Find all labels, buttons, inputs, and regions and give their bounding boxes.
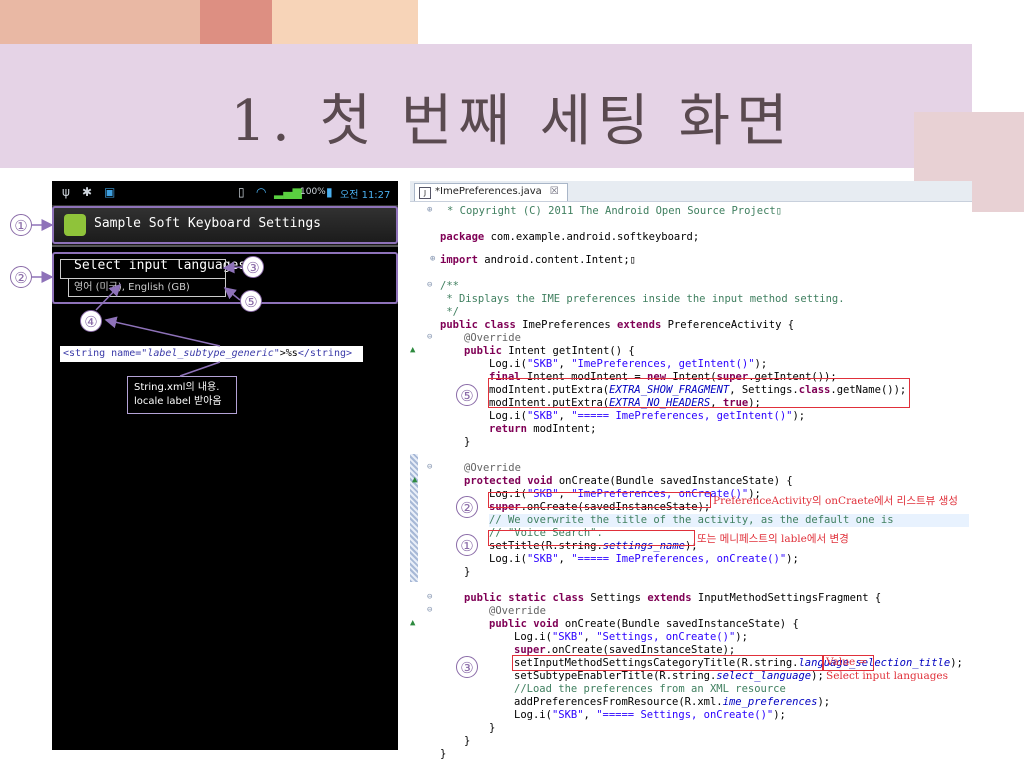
- red-annotation: Select input languages: [826, 670, 949, 682]
- battery-icon: ▮: [326, 185, 333, 199]
- code-line-current: // We overwrite the title of the activit…: [489, 514, 969, 527]
- red-annotation: Value =: [826, 656, 868, 668]
- debug-icon: ✱: [82, 185, 93, 199]
- callout-number-3: ③: [456, 656, 478, 678]
- code-line: Log.i("SKB", "===== Settings, onCreate()…: [514, 709, 786, 721]
- editor-tab-bar: J *ImePreferences.java ☒: [410, 181, 972, 202]
- tab-label: *ImePreferences.java: [435, 186, 542, 197]
- callout-number-1: ①: [456, 534, 478, 556]
- signal-icon: ▂▄▆: [274, 185, 302, 199]
- red-annotation: PreferenceActivity의 onCraete에서 리스트뷰 생성: [713, 495, 958, 507]
- note-line: locale label 받아옴: [134, 396, 222, 407]
- callout-number-5: ⑤: [456, 384, 478, 406]
- callout-number-4: ④: [80, 310, 102, 332]
- code-line: import android.content.Intent;▯: [440, 254, 636, 266]
- code-line: }: [489, 722, 496, 734]
- code-line: */: [440, 306, 459, 318]
- code-line: @Override: [464, 332, 521, 344]
- code-line: return modIntent;: [489, 423, 597, 435]
- code-line: public static class Settings extends Inp…: [464, 592, 882, 604]
- override-marker-icon: ▲: [410, 345, 416, 355]
- fold-icon[interactable]: ⊕: [430, 254, 435, 264]
- red-annotation: 또는 메니페스트의 lable에서 변경: [697, 533, 849, 545]
- code-line: /**: [440, 280, 459, 292]
- red-box-subtype: [512, 655, 824, 671]
- tab-imepreferences[interactable]: J *ImePreferences.java ☒: [414, 183, 568, 201]
- code-line: }: [464, 436, 471, 448]
- code-line: @Override: [489, 605, 546, 617]
- pref-summary-box: [68, 278, 226, 297]
- xml-snippet: <string name="label_subtype_generic">%s<…: [60, 346, 363, 362]
- java-file-icon: J: [419, 187, 431, 199]
- callout-number-1: ①: [10, 214, 32, 236]
- fold-icon[interactable]: ⊖: [427, 605, 432, 615]
- battery-percent: 100%: [300, 187, 326, 197]
- callout-number-3: ③: [242, 256, 264, 278]
- code-line: Log.i("SKB", "===== ImePreferences, onCr…: [489, 553, 799, 565]
- code-line: addPreferencesFromResource(R.xml.ime_pre…: [514, 696, 831, 708]
- override-marker-icon: ▲: [412, 475, 418, 485]
- code-line: public class ImePreferences extends Pref…: [440, 319, 795, 331]
- close-icon[interactable]: ☒: [550, 186, 559, 197]
- override-marker-icon: ▲: [410, 618, 416, 628]
- fold-icon[interactable]: ⊖: [427, 280, 432, 290]
- pref-title-box: [60, 259, 226, 279]
- red-box-settitle: [488, 530, 695, 546]
- code-line: Log.i("SKB", "ImePreferences, getIntent(…: [489, 358, 768, 370]
- code-line: Log.i("SKB", "===== ImePreferences, getI…: [489, 410, 806, 422]
- code-line: Log.i("SKB", "Settings, onCreate()");: [514, 631, 748, 643]
- notification-icon: ▣: [104, 185, 116, 199]
- fold-icon[interactable]: ⊕: [427, 205, 432, 215]
- code-line: * Copyright (C) 2011 The Android Open So…: [447, 205, 783, 217]
- code-line: public void onCreate(Bundle savedInstanc…: [489, 618, 799, 630]
- code-line: }: [464, 566, 471, 578]
- usb-icon: ψ: [62, 185, 70, 199]
- code-line: }: [464, 735, 471, 747]
- note-box: String.xml의 내용. locale label 받아옴: [127, 376, 237, 414]
- code-line: //Load the preferences from an XML resou…: [514, 683, 786, 695]
- callout-number-2: ②: [10, 266, 32, 288]
- slide-title: 1. 첫 번째 세팅 화면: [230, 89, 794, 154]
- code-line: public Intent getIntent() {: [464, 345, 635, 357]
- callout-number-5: ⑤: [240, 290, 262, 312]
- code-line: * Displays the IME preferences inside th…: [440, 293, 845, 305]
- note-line: String.xml의 내용.: [134, 382, 220, 393]
- code-line: }: [440, 748, 447, 760]
- fold-icon[interactable]: ⊖: [427, 592, 432, 602]
- code-line: @Override: [464, 462, 521, 474]
- highlight-box-1: [52, 206, 398, 244]
- sim-icon: ▯: [238, 185, 245, 199]
- red-box-putextra: [488, 378, 910, 408]
- callout-number-2: ②: [456, 496, 478, 518]
- fold-icon[interactable]: ⊖: [427, 462, 432, 472]
- fold-icon[interactable]: ⊖: [427, 332, 432, 342]
- code-line: setSubtypeEnablerTitle(R.string.select_l…: [514, 670, 824, 682]
- red-box-super: [488, 492, 711, 508]
- change-marker-bar: [410, 454, 418, 582]
- status-time: 오전 11:27: [340, 190, 391, 201]
- code-line: protected void onCreate(Bundle savedInst…: [464, 475, 793, 487]
- status-bar: ψ ✱ ▣ ▯ ◠ ▂▄▆ 100% ▮ 오전 11:27: [52, 181, 398, 205]
- wifi-icon: ◠: [256, 185, 267, 199]
- code-line: package com.example.android.softkeyboard…: [440, 231, 700, 243]
